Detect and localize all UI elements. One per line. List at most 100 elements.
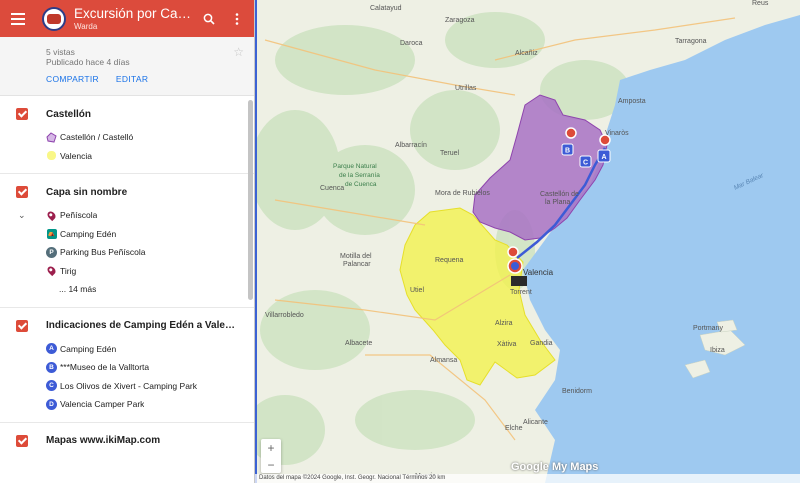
svg-text:de Cuenca: de Cuenca [345,181,377,188]
svg-text:Zaragoza: Zaragoza [445,17,475,24]
more-vert-icon[interactable] [226,8,248,30]
svg-text:Motilla del: Motilla del [340,253,372,260]
layer-title: Indicaciones de Camping Edén a Valencia … [46,320,236,331]
direction-item[interactable]: B ***Museo de la Valltorta [0,358,254,377]
parking-icon: P [46,246,57,258]
legend-item-label: Parking Bus Peñíscola [60,247,146,258]
svg-text:Ibiza: Ibiza [710,347,725,354]
layer-title: Mapas www.ikiMap.com [46,435,161,446]
app-root: Excursión por Castellón Warda 5 vistas P… [0,0,800,483]
camping-icon: ⛺ [46,228,57,239]
legend-item[interactable]: ⛺ Camping Edén [0,225,254,244]
svg-text:Tarragona: Tarragona [675,38,707,45]
legend-item-label: Valencia [60,150,92,161]
legend-item[interactable]: Tirig [0,262,254,281]
map-pin-icon [45,265,58,277]
chevron-down-icon[interactable]: ⌄ [18,210,26,221]
polygon-icon [46,150,57,161]
menu-icon[interactable] [8,8,30,30]
layer-title: Capa sin nombre [46,186,128,198]
direction-item-label: Valencia Camper Park [60,399,145,410]
svg-text:de la Serranía: de la Serranía [339,172,380,179]
legend-item[interactable]: Castellón / Castelló [0,128,254,147]
layer-base-map: Mapas www.ikiMap.com [0,423,254,449]
panel-scrollbar[interactable] [248,100,253,300]
direction-item[interactable]: A Camping Edén [0,340,254,359]
svg-text:Vinaròs: Vinaròs [605,130,629,137]
zoom-out-button[interactable]: − [261,456,281,473]
direction-item-label: ***Museo de la Valltorta [60,362,150,373]
layer-checkbox[interactable] [16,434,28,447]
layer-checkbox[interactable] [16,108,28,120]
svg-text:B: B [565,148,570,155]
legend-item-label: Castellón / Castelló [60,132,134,143]
legend-item[interactable]: Valencia [0,147,254,166]
zoom-in-button[interactable]: + [261,439,281,456]
map-author: Warda [74,21,98,31]
map-logo [42,6,66,31]
svg-text:Alicante: Alicante [523,419,548,426]
edit-button[interactable]: EDITAR [116,74,148,84]
direction-item[interactable]: C Los Olivos de Xivert - Camping Park [0,377,254,396]
map-attribution[interactable]: Datos del mapa ©2024 Google, Inst. Geogr… [255,474,800,483]
svg-text:Albarracín: Albarracín [395,142,427,149]
layer-checkbox[interactable] [16,186,28,198]
svg-text:Mora de Rubielos: Mora de Rubielos [435,190,490,197]
svg-text:Alcañiz: Alcañiz [515,50,538,57]
svg-text:Teruel: Teruel [440,150,460,157]
svg-text:la Plana: la Plana [545,199,570,206]
svg-text:Utrillas: Utrillas [455,85,477,92]
svg-text:Utiel: Utiel [410,287,424,294]
layer-directions: Indicaciones de Camping Edén a Valencia … [0,308,254,423]
svg-text:Parque Natural: Parque Natural [333,163,377,170]
search-icon[interactable] [198,8,220,30]
map-canvas[interactable]: B C A Calatayud Zaragoza Daroca Alcañiz … [255,0,800,483]
legend-item-label: Peñíscola [60,210,98,221]
polygon-icon [46,132,57,143]
share-button[interactable]: COMPARTIR [46,74,99,84]
svg-text:Valencia: Valencia [523,268,554,277]
svg-text:Alzira: Alzira [495,320,513,327]
panel-header: Excursión por Castellón Warda [0,0,254,37]
svg-text:Castellón de: Castellón de [540,191,579,198]
waypoint-c-icon: C [46,380,57,392]
svg-text:A: A [601,154,606,161]
zoom-control: + − [261,439,281,473]
direction-item-label: Los Olivos de Xivert - Camping Park [60,380,197,391]
map-title: Excursión por Castellón [74,6,192,22]
legend-item-label: Camping Edén [60,228,117,239]
layer-title: Castellón [46,108,92,120]
more-items-label: ... 14 más [59,284,97,295]
layer-castellon: Castellón Castellón / Castelló Valencia [0,96,254,174]
legend-item[interactable]: ⌄ Peñíscola [0,206,254,225]
map-selection-border [255,0,257,483]
svg-text:Cuenca: Cuenca [320,185,344,192]
svg-text:Benidorm: Benidorm [562,388,592,395]
svg-text:Reus: Reus [752,0,769,7]
svg-text:Almansa: Almansa [430,357,457,364]
svg-text:Palancar: Palancar [343,261,371,268]
more-items-link[interactable]: ... 14 más [0,280,254,299]
svg-text:Elche: Elche [505,425,523,432]
star-icon[interactable]: ☆ [233,45,244,59]
legend-item-label: Tirig [60,265,77,276]
views-count: 5 vistas [46,47,75,57]
map-pin-icon [45,209,58,221]
svg-text:Amposta: Amposta [618,98,646,105]
legend-panel: Excursión por Castellón Warda 5 vistas P… [0,0,255,483]
svg-text:Torrent: Torrent [510,289,532,296]
published-date: Publicado hace 4 días [46,57,130,67]
layer-checkbox[interactable] [16,319,28,332]
waypoint-d-icon: D [46,398,57,410]
svg-text:Requena: Requena [435,257,464,264]
waypoint-a-icon: A [46,343,57,355]
svg-text:Albacete: Albacete [345,340,372,347]
svg-text:Portmany: Portmany [693,325,723,332]
map-graphic: B C A Calatayud Zaragoza Daroca Alcañiz … [255,0,800,483]
svg-text:Villarrobledo: Villarrobledo [265,312,304,319]
direction-item[interactable]: D Valencia Camper Park [0,395,254,414]
legend-item[interactable]: P Parking Bus Peñíscola [0,243,254,262]
svg-text:Calatayud: Calatayud [370,5,402,12]
google-my-maps-logo: Google My Maps [511,461,599,473]
svg-text:C: C [583,160,588,167]
